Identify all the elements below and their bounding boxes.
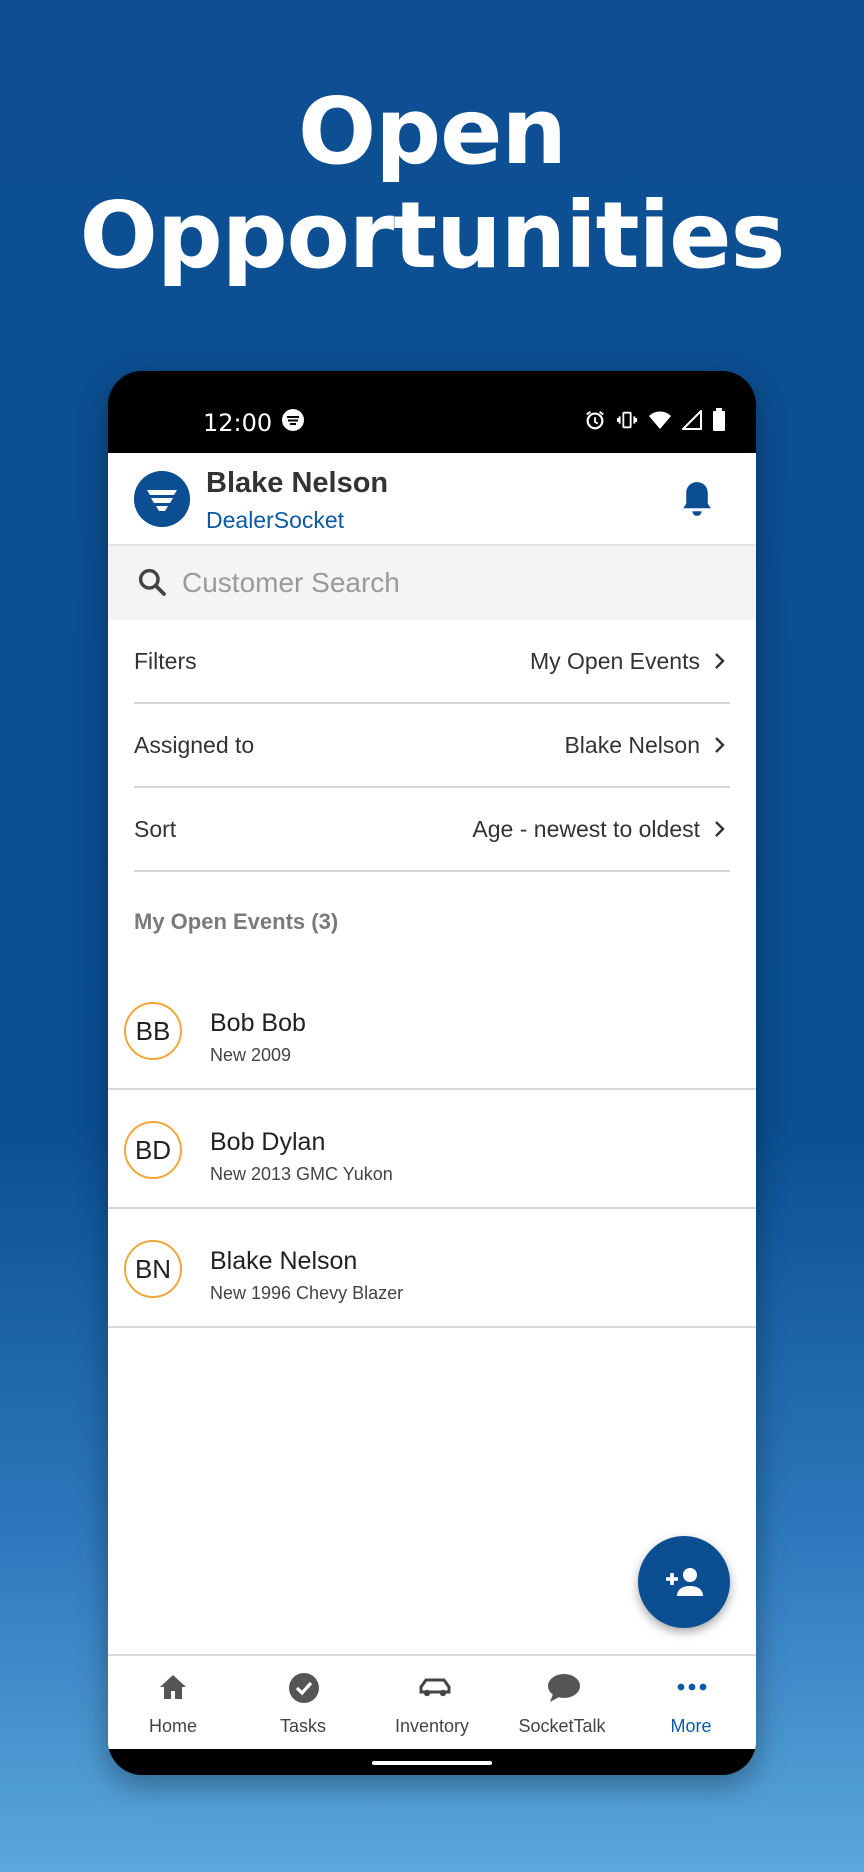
list-item-name: Bob Dylan [210, 1128, 326, 1156]
app-header: Blake Nelson DealerSocket [108, 453, 756, 546]
headline-line-2: Opportunities [79, 182, 786, 289]
status-icons [584, 408, 726, 432]
sort-label: Sort [134, 815, 177, 842]
status-bar: 12:00 [108, 371, 756, 453]
company-name: DealerSocket [206, 507, 345, 533]
phone-frame: 12:00 Blake Nelson DealerSocket Customer… [108, 371, 756, 1775]
list-item[interactable]: BD Bob Dylan New 2013 GMC Yukon [108, 1090, 756, 1209]
tab-sockettalk[interactable]: SocketTalk [497, 1656, 627, 1751]
customer-search-bar [108, 546, 756, 620]
avatar: BB [124, 1002, 182, 1060]
assigned-to-value: Blake Nelson [564, 731, 700, 758]
tab-tasks[interactable]: Tasks [238, 1656, 368, 1751]
app-notification-icon [282, 409, 304, 431]
wifi-icon [649, 411, 671, 429]
tab-inventory[interactable]: Inventory [367, 1656, 497, 1751]
tab-sockettalk-label: SocketTalk [518, 1716, 606, 1736]
add-customer-button[interactable] [638, 1536, 730, 1628]
app-screen: Blake Nelson DealerSocket Filters My Ope… [108, 453, 756, 1749]
assigned-to-label: Assigned to [134, 731, 255, 758]
filters-label: Filters [134, 647, 197, 674]
notification-bell-icon[interactable] [678, 479, 716, 519]
tab-more[interactable]: More [626, 1656, 756, 1751]
bottom-tab-bar: Home Tasks Inventory SocketTalk More [108, 1654, 756, 1749]
events-section-title: My Open Events (3) [134, 909, 339, 934]
promo-headline: Open Opportunities [0, 80, 864, 288]
dealersocket-logo-icon [134, 471, 190, 527]
chevron-right-icon [715, 653, 725, 669]
alarm-icon [586, 411, 604, 430]
list-item-name: Blake Nelson [210, 1247, 358, 1275]
tab-inventory-label: Inventory [394, 1716, 470, 1736]
more-dots-icon [677, 1683, 707, 1691]
avatar: BN [124, 1240, 182, 1298]
sort-row[interactable]: Sort Age - newest to oldest [134, 788, 730, 872]
gesture-home-bar[interactable] [372, 1761, 492, 1765]
customer-search-input[interactable] [182, 560, 722, 606]
check-circle-icon [289, 1673, 319, 1703]
chevron-right-icon [715, 737, 725, 753]
assigned-to-row[interactable]: Assigned to Blake Nelson [134, 704, 730, 788]
list-item-detail: New 1996 Chevy Blazer [210, 1283, 404, 1303]
headline-line-1: Open [298, 78, 567, 185]
filters-row[interactable]: Filters My Open Events [134, 620, 730, 704]
list-item[interactable]: BB Bob Bob New 2009 [108, 971, 756, 1090]
cell-signal-icon [682, 410, 702, 430]
add-person-icon [666, 1568, 703, 1596]
user-name: Blake Nelson [206, 467, 389, 499]
tab-tasks-label: Tasks [279, 1716, 326, 1736]
list-item-name: Bob Bob [210, 1009, 306, 1037]
chat-bubble-icon [548, 1674, 580, 1702]
tab-home[interactable]: Home [108, 1656, 238, 1751]
list-item-detail: New 2009 [210, 1045, 292, 1065]
vibrate-icon [616, 411, 638, 429]
sort-value: Age - newest to oldest [472, 815, 700, 842]
home-icon [160, 1675, 186, 1699]
battery-icon [713, 408, 725, 431]
list-item[interactable]: BN Blake Nelson New 1996 Chevy Blazer [108, 1209, 756, 1328]
status-time: 12:00 [203, 409, 273, 437]
tab-more-label: More [670, 1716, 712, 1736]
search-icon [138, 568, 166, 596]
filters-value: My Open Events [529, 647, 700, 674]
list-item-detail: New 2013 GMC Yukon [210, 1164, 393, 1184]
chevron-right-icon [715, 821, 725, 837]
tab-home-label: Home [148, 1716, 197, 1736]
avatar: BD [124, 1121, 182, 1179]
car-icon [419, 1678, 451, 1697]
